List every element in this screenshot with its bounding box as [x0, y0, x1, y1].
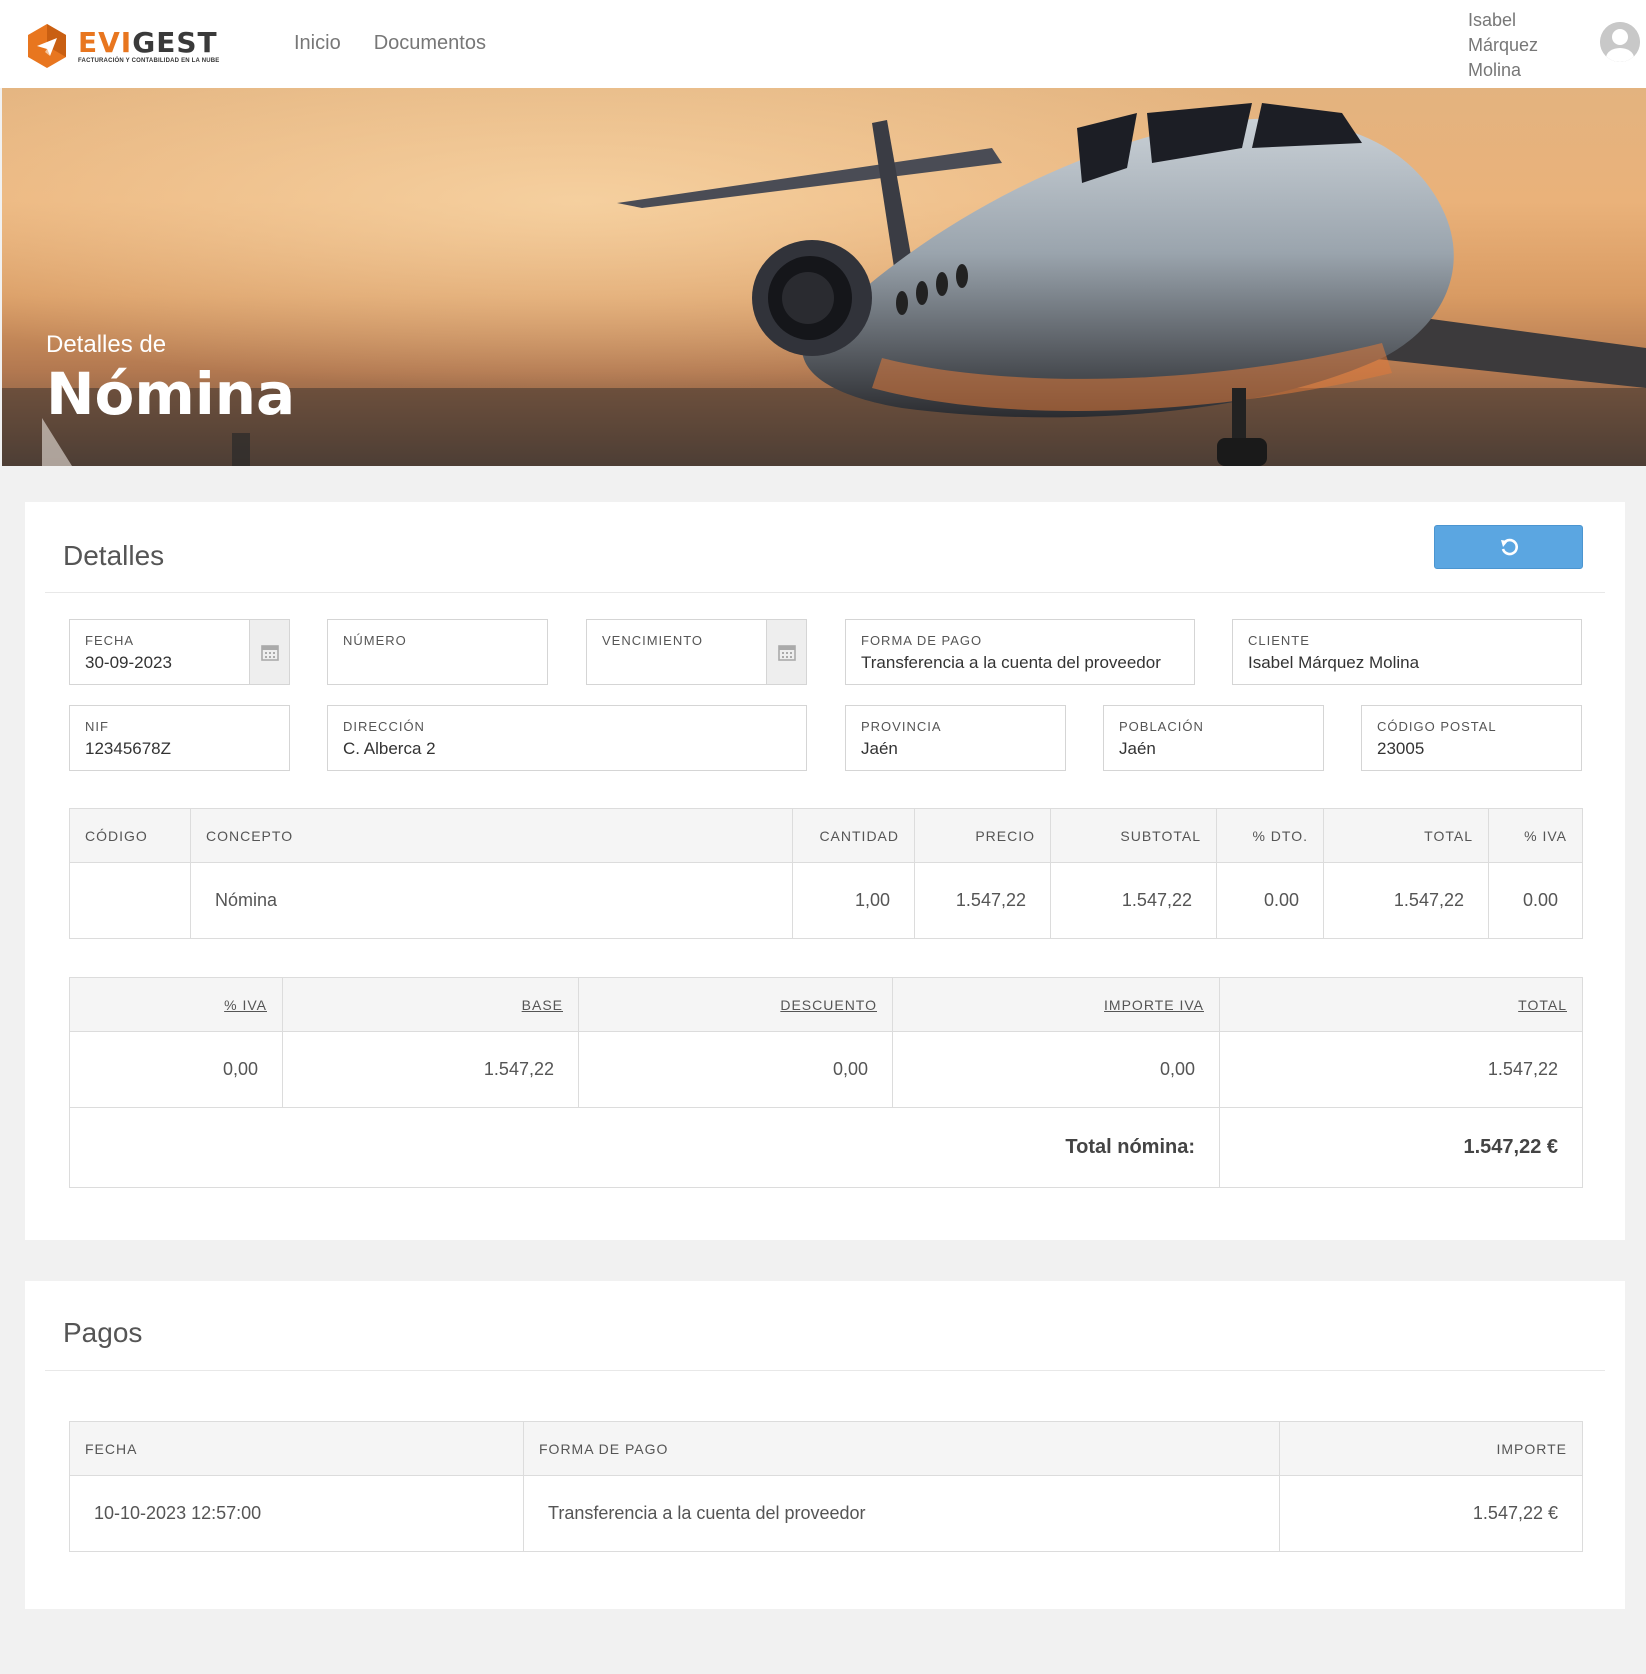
page-title: Nómina — [46, 360, 296, 428]
poblacion-field[interactable]: POBLACIÓN Jaén — [1103, 705, 1324, 771]
sort-importe-iva-link[interactable]: IMPORTE IVA — [1104, 997, 1204, 1013]
calendar-icon[interactable] — [766, 620, 806, 684]
logo-wordmark: EVIGEST — [78, 25, 218, 59]
provincia-field[interactable]: PROVINCIA Jaén — [845, 705, 1066, 771]
user-name[interactable]: Isabel Márquez Molina — [1468, 8, 1558, 83]
table-row: 10-10-2023 12:57:00 Transferencia a la c… — [69, 1475, 1583, 1552]
forma-pago-field[interactable]: FORMA DE PAGO Transferencia a la cuenta … — [845, 619, 1195, 685]
cliente-field[interactable]: CLIENTE Isabel Márquez Molina — [1232, 619, 1582, 685]
calendar-icon[interactable] — [249, 620, 289, 684]
sort-total-link[interactable]: TOTAL — [1518, 997, 1567, 1013]
user-avatar-icon[interactable] — [1600, 22, 1640, 62]
nav-link-documentos[interactable]: Documentos — [374, 32, 486, 55]
nav-links: Inicio Documentos — [294, 32, 486, 55]
brand-logo[interactable]: EVIGEST FACTURACIÓN Y CONTABILIDAD EN LA… — [26, 22, 220, 70]
table-row: 0,00 1.547,22 0,00 0,00 1.547,22 — [69, 1031, 1583, 1108]
total-value: 1.547,22 € — [1219, 1107, 1583, 1188]
numero-field[interactable]: NÚMERO — [327, 619, 548, 685]
taxes-header-row: % IVA BASE DESCUENTO IMPORTE IVA TOTAL — [69, 977, 1583, 1032]
logo-tagline: FACTURACIÓN Y CONTABILIDAD EN LA NUBE — [78, 57, 220, 64]
total-label: Total nómina: — [69, 1107, 1220, 1188]
hero-subtitle: Detalles de — [46, 331, 167, 358]
navbar: EVIGEST FACTURACIÓN Y CONTABILIDAD EN LA… — [0, 0, 1646, 88]
nav-link-inicio[interactable]: Inicio — [294, 32, 341, 55]
hero-banner: Detalles de Nómina — [2, 88, 1646, 466]
refresh-icon — [1500, 538, 1518, 556]
taxes-table: % IVA BASE DESCUENTO IMPORTE IVA TOTAL 0… — [69, 977, 1583, 1188]
details-panel: Detalles FECHA 30-09-2023 NÚMERO VENCIMI… — [25, 502, 1625, 1240]
lines-table: CÓDIGO CONCEPTO CANTIDAD PRECIO SUBTOTAL… — [69, 808, 1583, 939]
table-row: Nómina 1,00 1.547,22 1.547,22 0.00 1.547… — [69, 862, 1583, 939]
payments-panel: Pagos FECHA FORMA DE PAGO IMPORTE 10-10-… — [25, 1281, 1625, 1609]
codigo-postal-field[interactable]: CÓDIGO POSTAL 23005 — [1361, 705, 1582, 771]
refresh-button[interactable] — [1434, 525, 1583, 569]
payments-title: Pagos — [63, 1317, 143, 1348]
sort-base-link[interactable]: BASE — [522, 997, 563, 1013]
nif-field[interactable]: NIF 12345678Z — [69, 705, 290, 771]
logo-hexagon-icon — [26, 23, 68, 69]
lines-header-row: CÓDIGO CONCEPTO CANTIDAD PRECIO SUBTOTAL… — [69, 808, 1583, 863]
sort-descuento-link[interactable]: DESCUENTO — [780, 997, 877, 1013]
payments-header-row: FECHA FORMA DE PAGO IMPORTE — [69, 1421, 1583, 1476]
payments-table: FECHA FORMA DE PAGO IMPORTE 10-10-2023 1… — [69, 1421, 1583, 1552]
sort-iva-link[interactable]: % IVA — [224, 997, 267, 1013]
details-title: Detalles — [63, 540, 165, 571]
fecha-field[interactable]: FECHA 30-09-2023 — [69, 619, 290, 685]
direccion-field[interactable]: DIRECCIÓN C. Alberca 2 — [327, 705, 807, 771]
vencimiento-field[interactable]: VENCIMIENTO — [586, 619, 807, 685]
total-row: Total nómina: 1.547,22 € — [69, 1107, 1583, 1188]
